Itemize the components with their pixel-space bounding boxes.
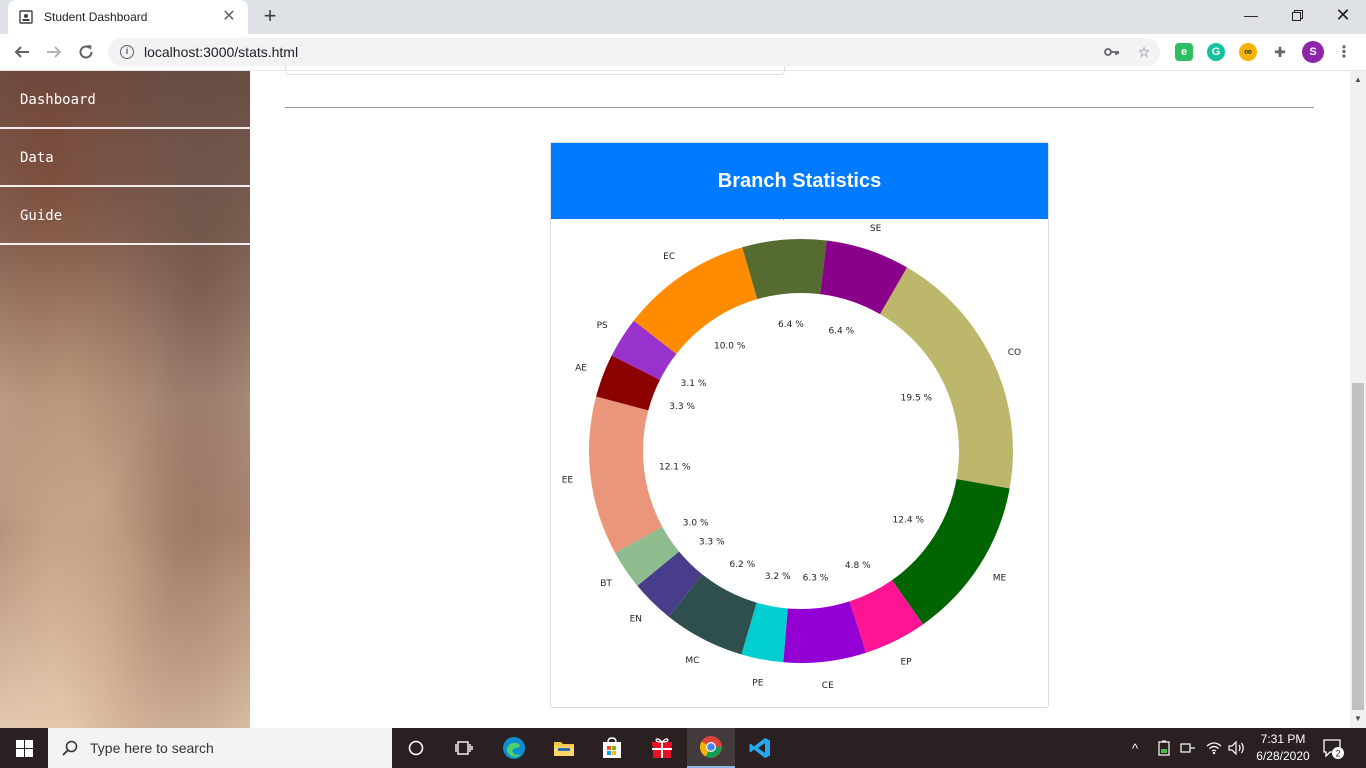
slice-label: CO	[1008, 348, 1021, 358]
slice-label: ME	[993, 574, 1007, 584]
slice-percentage: 3.3 %	[699, 538, 725, 548]
notification-center[interactable]: 2	[1322, 728, 1344, 768]
minimize-button[interactable]: —	[1228, 0, 1274, 30]
close-tab-icon[interactable]: ✕	[220, 8, 238, 26]
key-icon[interactable]	[1096, 38, 1128, 66]
slice-label: CE	[822, 681, 834, 691]
wifi-icon[interactable]	[1206, 728, 1222, 768]
clock-date: 6/28/2020	[1256, 749, 1310, 763]
slice-label: EC	[663, 252, 675, 262]
tab-title: Student Dashboard	[44, 10, 148, 24]
previous-card	[285, 66, 785, 75]
sidebar-item-data[interactable]: Data	[0, 129, 250, 187]
close-window-button[interactable]: ✕	[1320, 0, 1366, 30]
branch-donut-chart: CO 19.5 % ME 12.4 % EP 4.8 % CE 6.3 % PE 3.2 % MC 6…	[562, 219, 1021, 691]
browser-tabstrip: Student Dashboard ✕ + — ✕	[0, 0, 1366, 34]
page-favicon-icon	[18, 9, 34, 25]
bookmark-star-icon[interactable]: ☆	[1128, 38, 1160, 66]
new-tab-button[interactable]: +	[258, 5, 282, 29]
search-icon	[62, 740, 78, 756]
main-content: Branch Statistics CO 19.5 % ME 12.4 % EP 4.8 …	[250, 66, 1350, 728]
chrome-taskbar-icon[interactable]	[687, 728, 735, 768]
url-text: localhost:3000/stats.html	[144, 44, 299, 60]
sidebar-item-label: Dashboard	[20, 92, 96, 108]
browser-tab[interactable]: Student Dashboard ✕	[8, 0, 248, 34]
slice-label: AE	[575, 363, 587, 373]
branch-statistics-card: Branch Statistics CO 19.5 % ME 12.4 % EP 4.8 …	[550, 142, 1049, 708]
scroll-up-arrow[interactable]: ▲	[1350, 73, 1366, 87]
start-button[interactable]	[0, 728, 48, 768]
profile-avatar[interactable]: S	[1302, 41, 1324, 63]
extension-glasses-icon[interactable]: ∞	[1239, 43, 1257, 61]
sidebar: Dashboard Data Guide	[0, 71, 250, 728]
file-explorer-icon[interactable]	[540, 728, 588, 768]
browser-menu-icon[interactable]: ⋮	[1335, 43, 1353, 61]
windows-taskbar: Type here to search ^ 7:31 PM 6/28/2020 …	[0, 728, 1366, 768]
card-title: Branch Statistics	[551, 143, 1048, 219]
slice-percentage: 19.5 %	[901, 393, 933, 403]
slice-percentage: 12.4 %	[893, 515, 925, 525]
slice-label: EP	[901, 658, 913, 668]
notification-count: 2	[1335, 749, 1340, 759]
restore-button[interactable]	[1274, 0, 1320, 30]
sidebar-item-label: Data	[20, 150, 54, 166]
slice-percentage: 3.1 %	[681, 379, 707, 389]
address-bar[interactable]: i localhost:3000/stats.html ☆	[108, 38, 1160, 66]
page-scrollbar[interactable]: ▲ ▼	[1350, 71, 1366, 728]
slice-percentage: 6.4 %	[778, 320, 804, 330]
grammarly-extension-icon[interactable]: G	[1207, 43, 1225, 61]
donut-slice-it	[742, 239, 827, 300]
slice-percentage: 4.8 %	[845, 561, 871, 571]
taskbar-search-box[interactable]: Type here to search	[48, 728, 392, 768]
slice-percentage: 3.2 %	[765, 572, 791, 582]
gift-app-icon[interactable]	[638, 728, 686, 768]
slice-percentage: 6.3 %	[803, 573, 829, 583]
donut-slice-co	[880, 267, 1013, 489]
task-view-icon[interactable]	[440, 728, 488, 768]
section-divider	[285, 107, 1314, 108]
sidebar-item-dashboard[interactable]: Dashboard	[0, 56, 250, 129]
vscode-taskbar-icon[interactable]	[736, 728, 784, 768]
slice-label: IT	[778, 219, 787, 222]
slice-label: SE	[870, 224, 882, 234]
edge-browser-icon[interactable]	[490, 728, 538, 768]
slice-percentage: 3.0 %	[683, 518, 709, 528]
extensions-puzzle-icon[interactable]: ✚	[1271, 43, 1289, 61]
show-hidden-icons[interactable]: ^	[1132, 728, 1138, 768]
donut-slice-me	[891, 478, 1010, 625]
slice-label: MC	[685, 656, 699, 666]
scroll-thumb[interactable]	[1352, 383, 1364, 710]
sidebar-item-label: Guide	[20, 208, 63, 224]
slice-percentage: 10.0 %	[714, 342, 746, 352]
evernote-extension-icon[interactable]: e	[1175, 43, 1193, 61]
slice-label: EN	[630, 615, 642, 625]
slice-label: EE	[562, 475, 574, 485]
slice-percentage: 6.4 %	[828, 326, 854, 336]
sidebar-item-guide[interactable]: Guide	[0, 187, 250, 245]
slice-percentage: 3.3 %	[669, 402, 695, 412]
slice-percentage: 12.1 %	[659, 462, 691, 472]
system-clock[interactable]: 7:31 PM 6/28/2020	[1248, 731, 1318, 765]
slice-label: PE	[752, 678, 763, 688]
slice-label: BT	[600, 579, 612, 589]
slice-label: PS	[597, 321, 608, 331]
search-placeholder: Type here to search	[90, 740, 214, 756]
scroll-down-arrow[interactable]: ▼	[1350, 712, 1366, 726]
microsoft-store-icon[interactable]	[588, 728, 636, 768]
network-wired-icon[interactable]	[1180, 728, 1196, 768]
volume-icon[interactable]	[1228, 728, 1246, 768]
donut-slice-ee	[589, 396, 663, 553]
battery-charging-icon[interactable]	[1157, 728, 1171, 768]
slice-percentage: 6.2 %	[729, 560, 755, 570]
notification-icon: 2	[1323, 739, 1344, 759]
cortana-icon[interactable]	[392, 728, 440, 768]
clock-time: 7:31 PM	[1260, 732, 1306, 746]
